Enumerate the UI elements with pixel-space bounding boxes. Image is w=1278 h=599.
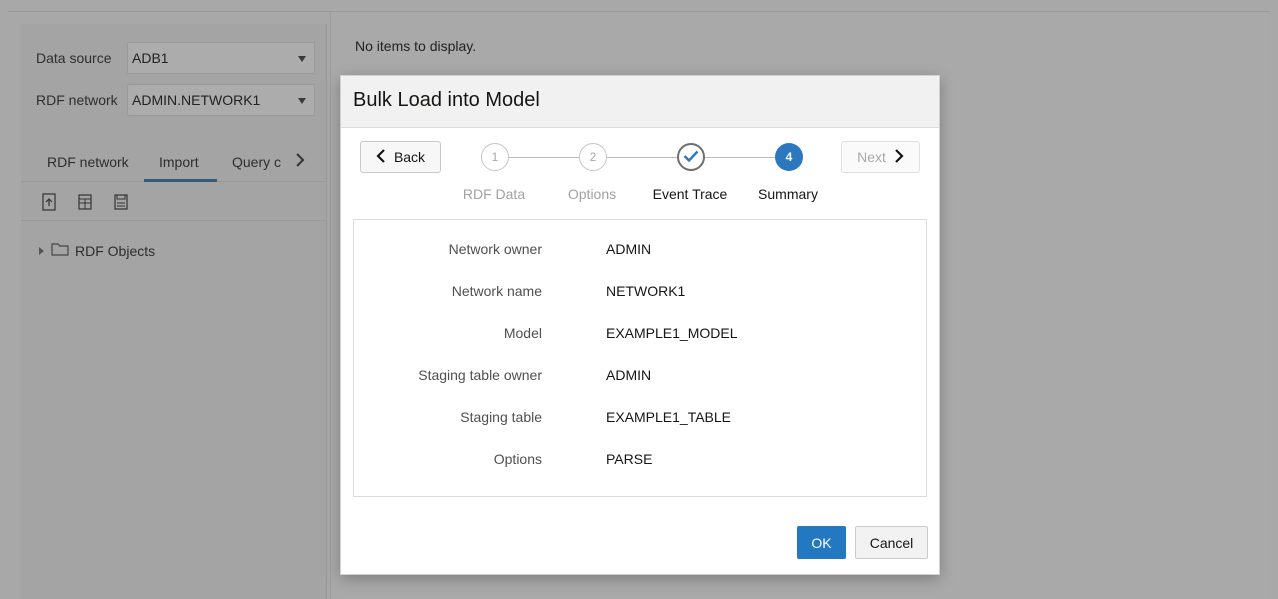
rdf-network-row: RDF network [36,84,118,116]
data-source-select[interactable]: ADB1 [127,42,315,74]
summary-label: Model [503,325,542,341]
summary-value: EXAMPLE1_TABLE [606,409,732,425]
step-number: 4 [785,150,793,164]
cancel-button[interactable]: Cancel [855,526,928,559]
tab-rdf-network[interactable]: RDF network [47,154,129,170]
step-number: 2 [589,150,597,164]
summary-label: Network name [451,283,542,299]
summary-value: ADMIN [606,367,652,383]
step-1-circle[interactable]: 1 [481,143,509,171]
step-3-circle[interactable] [677,143,705,171]
import-toolbar [39,192,131,214]
step-label-rdf-data: RDF Data [462,186,526,202]
summary-row: Options PARSE [354,451,926,471]
step-connector [507,157,579,158]
rdf-network-select[interactable]: ADMIN.NETWORK1 [127,84,315,116]
summary-label: Staging table [460,409,542,425]
dialog-title: Bulk Load into Model [353,89,540,111]
next-button[interactable]: Next [841,141,920,173]
data-source-value: ADB1 [132,50,169,66]
step-connector [605,157,677,158]
upload-file-icon[interactable] [39,192,59,212]
table-import-icon[interactable] [75,192,95,212]
tab-query[interactable]: Query c [232,154,292,170]
summary-value: ADMIN [606,241,652,257]
summary-row: Staging table owner ADMIN [354,367,926,387]
empty-message: No items to display. [355,38,477,54]
ok-button[interactable]: OK [797,526,846,559]
data-source-row: Data source [36,42,111,74]
summary-value: NETWORK1 [606,283,686,299]
step-number: 1 [491,150,499,164]
chevron-right-icon [894,148,904,166]
summary-value: PARSE [606,451,653,467]
summary-label: Network owner [448,241,542,257]
summary-row: Network owner ADMIN [354,241,926,261]
summary-label: Staging table owner [418,367,542,383]
tree-item-rdf-objects[interactable]: RDF Objects [39,242,155,259]
step-connector [703,157,775,158]
data-source-label: Data source [36,50,112,66]
dialog-header: Bulk Load into Model [341,76,939,128]
summary-row: Staging table EXAMPLE1_TABLE [354,409,926,429]
step-label-summary: Summary [758,186,818,202]
step-label-event-trace: Event Trace [652,186,728,202]
rdf-network-value: ADMIN.NETWORK1 [132,92,261,108]
summary-value: EXAMPLE1_MODEL [606,325,738,341]
active-tab-indicator [144,179,217,182]
rdf-network-label: RDF network [36,92,118,108]
sidebar-tabs: RDF network Import Query c [21,146,327,182]
tree-item-label: RDF Objects [75,242,156,259]
step-4-circle[interactable]: 4 [775,143,803,171]
chevron-right-icon[interactable] [295,152,305,173]
next-label: Next [857,149,886,165]
summary-panel: Network owner ADMIN Network name NETWORK… [353,219,927,497]
chevron-down-icon [298,98,306,104]
summary-label: Options [493,451,542,467]
tab-import[interactable]: Import [159,154,199,170]
summary-row: Network name NETWORK1 [354,283,926,303]
bulk-load-dialog: Bulk Load into Model Back 1 2 4 RDF Data… [340,75,940,575]
step-label-options: Options [567,186,617,202]
caret-right-icon[interactable] [39,243,45,259]
step-2-circle[interactable]: 2 [579,143,607,171]
chevron-down-icon [298,56,306,62]
checkmark-icon [683,150,699,165]
toolbar-divider [21,220,327,221]
summary-row: Model EXAMPLE1_MODEL [354,325,926,345]
left-panel: Data source ADB1 RDF network ADMIN.NETWO… [21,24,327,599]
folder-icon [51,242,69,259]
save-icon[interactable] [111,192,131,212]
